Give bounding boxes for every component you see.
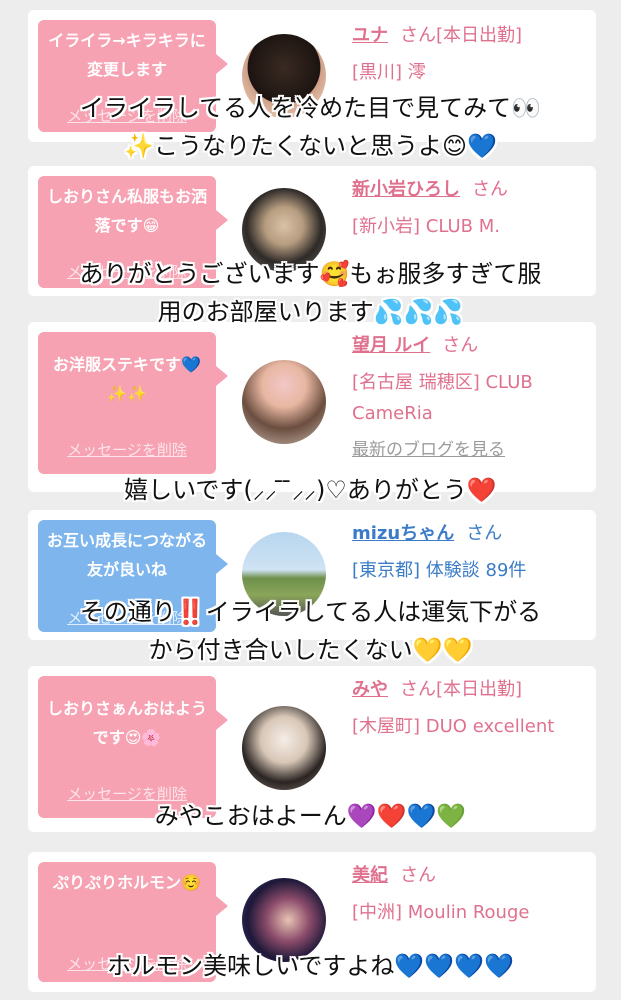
overlay-caption: ホルモン美味しいですよね💙💙💙💙 <box>107 952 514 980</box>
shop-info: [中洲] Moulin Rouge <box>352 902 530 923</box>
user-name-link[interactable]: みや <box>352 679 388 700</box>
honorific: さん <box>442 335 479 356</box>
message-bubble: しおりさぁんおはようです😍🌸 メッセージを削除 <box>38 676 228 818</box>
shop-info: [新小岩] CLUB M. <box>352 216 500 237</box>
message-text: イライラ→キラキラに変更します <box>48 31 206 79</box>
delete-message-link[interactable]: メッセージを削除 <box>38 436 216 465</box>
honorific: さん <box>400 25 436 46</box>
overlay-caption: みやこおはよーん💜❤️💙💚 <box>154 802 467 830</box>
message-bubble: お洋服ステキです💙✨✨ メッセージを削除 <box>38 332 228 474</box>
message-text: しおりさぁんおはようです😍🌸 <box>46 699 207 747</box>
overlay-caption: ✨こうなりたくないと思うよ😊💙 <box>124 132 497 160</box>
shop-info: [名古屋 瑞穂区] CLUB CameRia <box>352 372 533 424</box>
overlay-caption: から付き合いしたくない💛💛 <box>148 636 473 664</box>
shop-info: [木屋町] DUO excellent <box>352 716 555 737</box>
honorific: さん <box>472 179 508 200</box>
overlay-caption: 用のお部屋いります💦💦💦 <box>157 298 464 326</box>
comment-card: お洋服ステキです💙✨✨ メッセージを削除 望月 ルイ さん [名古屋 瑞穂区] C… <box>28 322 596 492</box>
avatar[interactable] <box>242 360 326 444</box>
shop-info: [黒川] 澪 <box>352 62 426 83</box>
message-text: しおりさん私服もお洒落です😁 <box>46 187 207 235</box>
message-text: お互い成長につながる友が良いね <box>46 531 207 579</box>
status-badge: [本日出勤] <box>436 25 523 46</box>
overlay-caption: ありがとうございます🥰もぉ服多すぎて服 <box>79 260 542 288</box>
avatar[interactable] <box>242 706 326 790</box>
message-text: ぷりぷりホルモン☺️ <box>53 873 201 892</box>
user-name-link[interactable]: 美紀 <box>352 865 388 886</box>
status-badge: [本日出勤] <box>436 679 523 700</box>
honorific: さん <box>400 679 436 700</box>
user-name-link[interactable]: mizuちゃん <box>352 523 454 544</box>
overlay-caption: 嬉しいです(⸝⸝ ̄ ̄⸝⸝)♡ありがとう❤️ <box>124 476 497 504</box>
user-name-link[interactable]: 望月 ルイ <box>352 335 430 356</box>
message-text: お洋服ステキです💙✨✨ <box>53 355 201 403</box>
overlay-caption: イライラしてる人を冷めた目で見てみて👀 <box>79 94 542 122</box>
latest-blog-link[interactable]: 最新のブログを見る <box>352 435 588 466</box>
shop-info: [東京都] 体験談 89件 <box>352 560 527 581</box>
user-name-link[interactable]: ユナ <box>352 25 388 46</box>
honorific: さん <box>466 523 503 544</box>
user-name-link[interactable]: 新小岩ひろし <box>352 179 460 200</box>
overlay-caption: その通り‼️イライラしてる人は運気下がる <box>79 598 542 626</box>
honorific: さん <box>400 865 436 886</box>
